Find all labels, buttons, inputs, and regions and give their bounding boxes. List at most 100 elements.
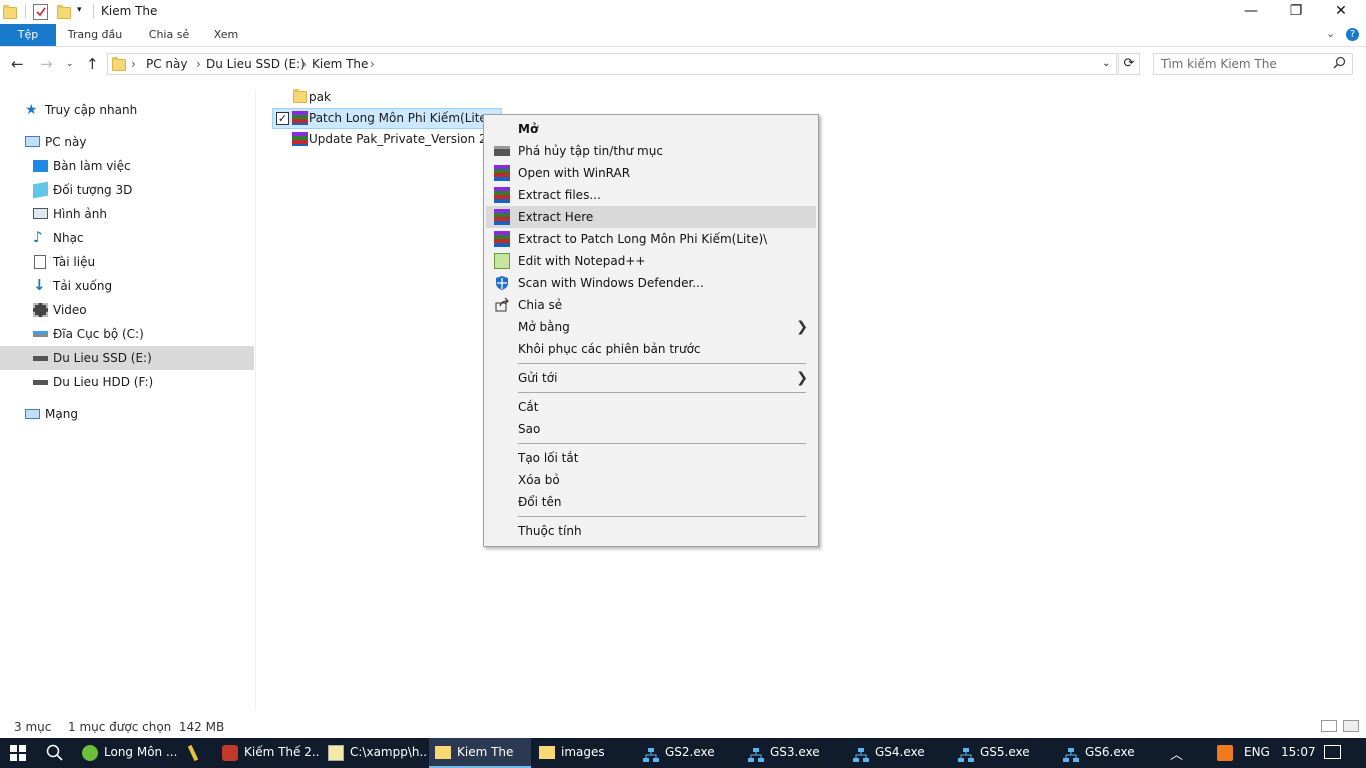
folder-icon — [293, 89, 307, 103]
menu-item-edit-notepadpp[interactable]: Edit with Notepad++ — [486, 250, 816, 272]
new-folder-icon[interactable] — [57, 4, 71, 20]
tab-view[interactable]: Xem — [206, 24, 246, 46]
menu-item-open-winrar[interactable]: Open with WinRAR — [486, 162, 816, 184]
document-icon — [34, 255, 46, 269]
taskbar-app-gs4[interactable]: GS4.exe — [847, 738, 949, 768]
list-item[interactable]: pak — [292, 87, 492, 107]
nav-item-pictures[interactable]: Hình ảnh — [33, 202, 253, 226]
game-icon — [82, 745, 98, 761]
menu-item-send-to[interactable]: Gửi tới ❯ — [486, 367, 816, 389]
expand-ribbon-icon[interactable]: ⌄ — [1326, 27, 1335, 40]
customize-toolbar-icon[interactable]: ▾ — [77, 5, 82, 15]
menu-item-extract-to[interactable]: Extract to Patch Long Môn Phi Kiếm(Lite)… — [486, 228, 816, 250]
menu-item-share[interactable]: Chia sẻ — [486, 294, 816, 316]
large-icons-view-icon[interactable] — [1343, 720, 1359, 732]
refresh-button[interactable]: ⟳ — [1118, 53, 1140, 75]
menu-item-extract-files[interactable]: Extract files... — [486, 184, 816, 206]
properties-icon[interactable] — [33, 4, 48, 20]
taskbar-app-pen[interactable] — [182, 738, 214, 768]
tab-file[interactable]: Tệp — [0, 24, 56, 46]
nav-item-network[interactable]: Mạng — [25, 402, 245, 426]
list-item[interactable]: Patch Long Môn Phi Kiếm(Lite).rar — [292, 108, 486, 128]
close-button[interactable]: ✕ — [1318, 0, 1364, 24]
network-icon — [853, 745, 869, 762]
nav-item-desktop[interactable]: Bàn làm việc — [33, 154, 253, 178]
breadcrumb-separator-icon[interactable]: › — [370, 57, 375, 71]
search-icon[interactable] — [1333, 56, 1346, 72]
xampp-tray-icon[interactable] — [1217, 745, 1233, 761]
drive-icon — [33, 380, 48, 385]
nav-item-this-pc[interactable]: PC này — [25, 130, 245, 154]
recent-locations-icon[interactable]: ⌄ — [66, 59, 74, 69]
nav-item-drive-e[interactable]: Du Lieu SSD (E:) — [33, 346, 253, 370]
back-icon[interactable]: ← — [11, 55, 24, 73]
menu-item-create-shortcut[interactable]: Tạo lối tắt — [486, 447, 816, 469]
breadcrumb-separator-icon[interactable]: › — [196, 57, 201, 71]
breadcrumb-separator-icon[interactable]: › — [302, 57, 307, 71]
navigation-pane: ★ Truy cập nhanh PC này Bàn làm việc Đối… — [0, 90, 256, 710]
pictures-icon — [33, 208, 48, 219]
menu-item-copy[interactable]: Sao — [486, 418, 816, 440]
taskbar-app-xampp-notepad[interactable]: C:\xampp\h... — [322, 738, 428, 768]
search-input[interactable]: Tìm kiếm Kiem The — [1153, 53, 1353, 75]
tab-home[interactable]: Trang đầu — [58, 24, 132, 46]
windows-start-icon[interactable] — [10, 745, 26, 764]
taskbar-app-gs5[interactable]: GS5.exe — [952, 738, 1054, 768]
details-view-icon[interactable] — [1321, 720, 1337, 732]
network-icon — [25, 409, 40, 419]
breadcrumb-drive[interactable]: Du Lieu SSD (E:) — [206, 57, 305, 71]
folder-icon — [539, 746, 555, 759]
menu-item-shred[interactable]: Phá hủy tập tin/thư mục — [486, 140, 816, 162]
nav-item-videos[interactable]: Video — [33, 298, 253, 322]
menu-item-open-with[interactable]: Mở bằng ❯ — [486, 316, 816, 338]
item-checkbox[interactable]: ✓ — [276, 112, 289, 125]
nav-item-drive-f[interactable]: Du Lieu HDD (F:) — [33, 370, 253, 394]
taskbar-app-gs3[interactable]: GS3.exe — [742, 738, 844, 768]
winrar-icon — [292, 132, 308, 146]
menu-item-delete[interactable]: Xóa bỏ — [486, 469, 816, 491]
shredder-icon — [494, 146, 510, 156]
menu-item-restore-versions[interactable]: Khôi phục các phiên bản trước — [486, 338, 816, 360]
notepadpp-icon — [494, 253, 510, 269]
search-icon[interactable] — [46, 744, 63, 764]
taskbar-app-long-mon[interactable]: Long Môn ... — [76, 738, 178, 768]
nav-item-music[interactable]: ♪ Nhạc — [33, 226, 253, 250]
context-menu: Mở Phá hủy tập tin/thư mục Open with Win… — [483, 114, 819, 547]
list-item[interactable]: Update Pak_Private_Version 2019.rar — [292, 129, 484, 149]
nav-item-quick-access[interactable]: ★ Truy cập nhanh — [25, 98, 245, 122]
menu-item-cut[interactable]: Cắt — [486, 396, 816, 418]
breadcrumb-separator-icon[interactable]: › — [131, 57, 136, 71]
nav-item-local-disk-c[interactable]: Đĩa Cục bộ (C:) — [33, 322, 253, 346]
address-dropdown-icon[interactable]: ⌄ — [1102, 58, 1110, 69]
taskbar-app-gs6[interactable]: GS6.exe — [1057, 738, 1159, 768]
up-icon[interactable]: ↑ — [86, 55, 99, 73]
breadcrumb-pc[interactable]: PC này — [146, 57, 188, 71]
tab-share[interactable]: Chia sẻ — [140, 24, 198, 46]
show-hidden-icons-icon[interactable]: ︿ — [1170, 744, 1183, 763]
help-icon[interactable]: ? — [1346, 28, 1359, 41]
language-indicator[interactable]: ENG — [1244, 745, 1270, 759]
menu-item-rename[interactable]: Đổi tên — [486, 491, 816, 513]
pen-icon — [187, 744, 199, 762]
breadcrumb-folder[interactable]: Kiem The — [312, 57, 368, 71]
nav-item-3d-objects[interactable]: Đối tượng 3D — [33, 178, 253, 202]
address-bar[interactable]: › PC này › Du Lieu SSD (E:) › Kiem The ›… — [107, 53, 1117, 75]
taskbar-app-kiem-the-2[interactable]: Kiếm Thế 2... — [216, 738, 320, 768]
menu-item-open[interactable]: Mở — [486, 118, 816, 140]
taskbar-app-images-explorer[interactable]: images — [533, 738, 635, 768]
minimize-button[interactable]: — — [1228, 0, 1274, 24]
clock[interactable]: 15:07 — [1281, 745, 1316, 759]
winrar-icon — [494, 187, 510, 203]
taskbar-app-kiem-the-explorer[interactable]: Kiem The — [429, 738, 531, 768]
nav-item-downloads[interactable]: ↓ Tải xuống — [33, 274, 253, 298]
nav-item-documents[interactable]: Tài liệu — [33, 250, 253, 274]
forward-icon[interactable]: → — [40, 55, 53, 73]
menu-item-scan-defender[interactable]: Scan with Windows Defender... — [486, 272, 816, 294]
maximize-button[interactable]: ❐ — [1273, 0, 1319, 24]
menu-separator — [518, 443, 806, 444]
menu-item-extract-here[interactable]: Extract Here — [486, 206, 816, 228]
taskbar-app-gs2[interactable]: GS2.exe — [637, 738, 739, 768]
notifications-icon[interactable] — [1324, 745, 1341, 759]
menu-item-properties[interactable]: Thuộc tính — [486, 520, 816, 542]
game-logo-icon — [222, 745, 238, 761]
